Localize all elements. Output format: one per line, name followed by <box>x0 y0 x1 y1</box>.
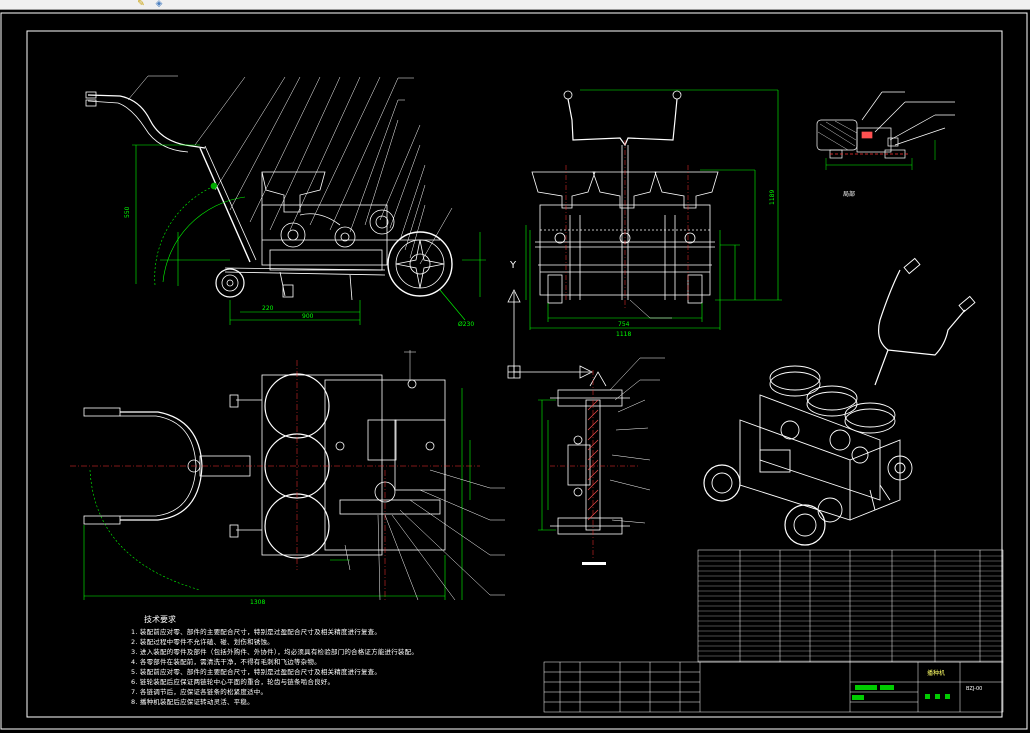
detail-view <box>816 91 955 159</box>
side-view-leaders <box>127 75 453 265</box>
tech-note-line: 1. 装配前应对零、部件的主要配合尺寸，特别是过盈配合尺寸及相关精度进行复查。 <box>131 628 382 636</box>
front-view-leaders <box>629 299 672 319</box>
isometric-view <box>703 257 976 546</box>
parts-list-rows <box>698 555 1003 662</box>
section-leaders <box>609 357 665 524</box>
dim-side-height: 550 <box>124 206 131 218</box>
tech-note-line: 8. 播种机装配后应保证转动灵活、平稳。 <box>131 698 254 706</box>
dim-front-inner: 754 <box>618 321 630 328</box>
section-marks <box>582 562 606 565</box>
tech-notes-title: 技术要求 <box>144 615 176 624</box>
dim-side-wheel: Ø230 <box>458 321 474 328</box>
dim-side-len-1: 220 <box>262 305 274 312</box>
cad-drawing-canvas[interactable]: 550 900 220 Ø230 1189 1118 754 局部 Y 1308… <box>0 10 1030 733</box>
title-block-drawing-number: BZJ-00 <box>966 686 982 692</box>
section-view <box>550 371 630 535</box>
detail-caption: 局部 <box>843 190 855 198</box>
tech-note-line: 2. 装配过程中零件不允许磕、碰、划伤和锈蚀。 <box>131 638 274 646</box>
top-view-centerlines <box>70 360 480 600</box>
dim-front-width: 1118 <box>616 331 631 338</box>
section-centerline <box>550 370 640 560</box>
top-view-leaders <box>344 350 505 601</box>
front-view-dimensions <box>525 89 782 330</box>
tech-note-line: 7. 各链调节后，应保证各链条的松紧度适中。 <box>131 688 268 696</box>
application-toolbar-strip: ✎ ◈ <box>0 0 1030 10</box>
tech-note-line: 6. 链轮装配后应保证两链轮中心平面的重合，轮齿与链条啮合良好。 <box>131 678 335 686</box>
title-block-drawing-name: 播种机 <box>927 669 945 677</box>
dim-side-len-2: 900 <box>302 313 314 320</box>
axis-y-label: Y <box>509 260 517 271</box>
tech-note-line: 5. 装配前应对零、部件的主要配合尺寸，特别是过盈配合尺寸及相关精度进行复查。 <box>131 668 382 676</box>
front-view-centerlines <box>565 140 689 310</box>
tech-note-line: 3. 进入装配的零件及部件（包括外购件、外协件），均必须具有检验部门的合格证方能… <box>131 648 419 656</box>
section-dimensions <box>538 399 556 531</box>
pencil-icon[interactable]: ✎ <box>134 0 148 9</box>
title-block-fills <box>852 685 950 700</box>
dim-front-height: 1189 <box>769 190 776 205</box>
tech-note-line: 4. 各零部件在装配前，需清洗干净，不得有毛刺和飞边等杂物。 <box>131 658 321 666</box>
dim-top-width: 1308 <box>250 599 265 606</box>
shield-icon[interactable]: ◈ <box>152 0 166 9</box>
